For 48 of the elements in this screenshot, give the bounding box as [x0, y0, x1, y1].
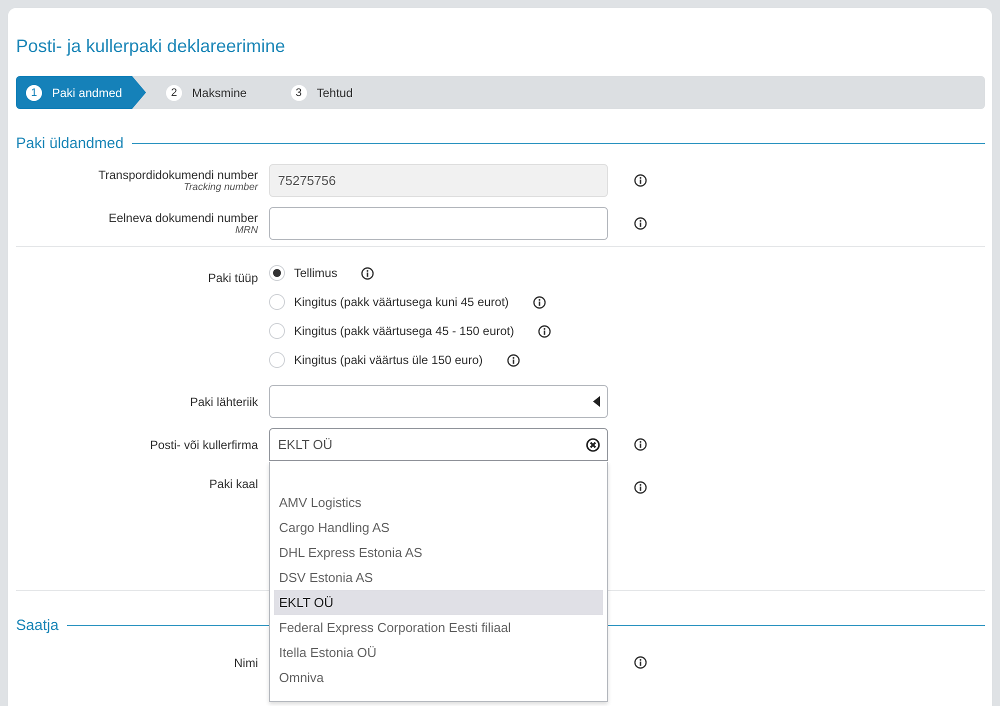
radio-label: Tellimus: [294, 266, 338, 280]
info-icon[interactable]: [634, 174, 647, 187]
dropdown-option[interactable]: Itella Estonia OÜ: [274, 640, 603, 665]
field-label: Paki lähteriik: [190, 394, 258, 408]
info-icon[interactable]: [532, 296, 546, 308]
field-sublabel: Tracking number: [184, 182, 258, 193]
clear-icon[interactable]: [586, 438, 600, 452]
radio-label: Kingitus (paki väärtus üle 150 euro): [294, 353, 483, 367]
step-number: 1: [26, 84, 42, 100]
select-value: EKLT OÜ: [278, 437, 332, 452]
radio-button[interactable]: [269, 265, 285, 281]
step-label: Tehtud: [316, 86, 353, 100]
section-heading: Saatja: [16, 617, 59, 634]
dropdown-option[interactable]: Omniva: [274, 665, 603, 690]
info-icon[interactable]: [361, 266, 374, 280]
info-icon[interactable]: [634, 481, 647, 494]
info-icon[interactable]: [634, 438, 647, 451]
field-label: Nimi: [234, 656, 258, 670]
field-label: Paki kaal: [209, 477, 258, 491]
step-label: Maksmine: [192, 86, 247, 100]
radio-button[interactable]: [269, 323, 285, 339]
field-label: Eelneva dokumendi number: [108, 211, 258, 225]
field-label: Posti- või kullerfirma: [150, 438, 258, 452]
dropdown-option[interactable]: DHL Express Estonia AS: [274, 540, 603, 565]
field-sublabel: MRN: [235, 225, 258, 236]
info-icon[interactable]: [506, 354, 520, 366]
info-icon[interactable]: [538, 324, 552, 338]
info-icon[interactable]: [634, 656, 647, 669]
dropdown-option[interactable]: AMV Logistics: [274, 490, 603, 515]
step-label: Paki andmed: [52, 86, 122, 100]
page-title: Posti- ja kullerpaki deklareerimine: [16, 36, 286, 57]
info-icon[interactable]: [634, 217, 647, 230]
step-number: 3: [290, 84, 307, 100]
dropdown-option[interactable]: DSV Estonia AS: [274, 565, 603, 590]
dropdown-option[interactable]: EKLT OÜ: [274, 590, 603, 615]
radio-button[interactable]: [269, 352, 285, 368]
section-heading: Paki üldandmed: [16, 135, 124, 152]
radio-label: Kingitus (pakk väärtusega kuni 45 eurot): [294, 295, 509, 309]
dropdown-option[interactable]: Federal Express Corporation Eesti filiaal: [274, 615, 603, 640]
field-label: Transpordidokumendi number: [98, 168, 258, 182]
dropdown-option[interactable]: Cargo Handling AS: [274, 515, 603, 540]
mrn-field[interactable]: [269, 207, 608, 240]
caret-icon: [593, 396, 600, 407]
radio-button[interactable]: [269, 294, 285, 310]
wizard-step[interactable]: 1 Paki andmed: [16, 76, 146, 109]
field-label: Paki tüüp: [208, 271, 258, 285]
radio-label: Kingitus (pakk väärtusega 45 - 150 eurot): [294, 324, 514, 338]
step-number: 2: [166, 84, 182, 100]
